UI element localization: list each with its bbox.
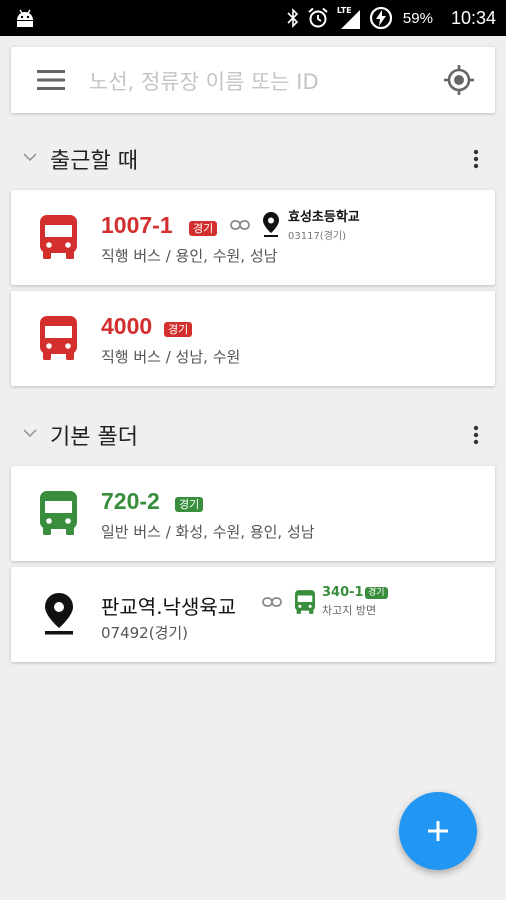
menu-icon[interactable] — [36, 68, 66, 92]
battery-charging-icon — [369, 6, 393, 30]
link-icon — [262, 597, 282, 607]
bus-icon — [40, 316, 77, 360]
bus-icon — [40, 491, 77, 535]
bus-icon — [40, 215, 77, 259]
place-icon — [263, 212, 279, 237]
stop-card-pangyo[interactable]: 판교역.낙생육교 340-1 경기 차고지 방면 07492(경기) — [11, 567, 495, 662]
folder-title: 출근할 때 — [50, 149, 138, 174]
battery-percent: 59% — [402, 9, 433, 27]
route-description: 직행 버스 / 용인, 수원, 성남 — [101, 247, 278, 265]
clock: 10:34 — [450, 7, 496, 28]
bluetooth-icon — [287, 8, 299, 28]
bus-icon — [295, 590, 315, 614]
route-card-4000[interactable]: 4000 경기 직행 버스 / 성남, 수원 — [11, 291, 495, 386]
region-badge: 경기 — [365, 587, 388, 599]
search-bar[interactable]: 노선, 정류장 이름 또는 ID — [11, 47, 495, 113]
region-badge: 경기 — [175, 497, 204, 512]
more-vert-icon[interactable] — [468, 422, 484, 448]
linked-route-number: 340-1 — [322, 585, 364, 600]
linked-stop-name: 효성초등학교 — [288, 210, 360, 225]
route-card-720-2[interactable]: 720-2 경기 일반 버스 / 화성, 수원, 용인, 성남 — [11, 466, 495, 561]
linked-route-direction: 차고지 방면 — [322, 604, 377, 617]
stop-name: 판교역.낙생육교 — [101, 595, 237, 619]
route-number: 4000 — [101, 313, 153, 339]
linked-stop-id: 03117(경기) — [288, 231, 347, 242]
chevron-down-icon[interactable] — [22, 428, 38, 438]
folder-header-commute[interactable]: 출근할 때 — [0, 139, 506, 179]
place-icon — [45, 593, 73, 635]
android-icon — [17, 9, 33, 27]
signal-icon: LTE — [337, 6, 361, 30]
status-bar: LTE 59% 10:34 — [0, 0, 506, 36]
alarm-icon — [308, 7, 328, 28]
route-description: 일반 버스 / 화성, 수원, 용인, 성남 — [101, 523, 315, 541]
folder-header-default[interactable]: 기본 폴더 — [0, 415, 506, 455]
folder-title: 기본 폴더 — [50, 425, 138, 450]
route-number: 1007-1 — [101, 212, 173, 238]
my-location-icon[interactable] — [443, 64, 475, 96]
add-button[interactable] — [399, 792, 477, 870]
region-badge: 경기 — [189, 221, 218, 236]
link-icon — [230, 220, 250, 230]
plus-icon — [428, 821, 448, 841]
search-input[interactable]: 노선, 정류장 이름 또는 ID — [89, 66, 319, 96]
route-description: 직행 버스 / 성남, 수원 — [101, 348, 241, 366]
more-vert-icon[interactable] — [468, 146, 484, 172]
chevron-down-icon[interactable] — [22, 152, 38, 162]
route-number: 720-2 — [101, 488, 160, 514]
region-badge: 경기 — [164, 322, 193, 337]
route-card-1007-1[interactable]: 1007-1 경기 효성초등학교 03117(경기) 직행 버스 / 용인, 수… — [11, 190, 495, 285]
stop-id: 07492(경기) — [101, 624, 189, 642]
